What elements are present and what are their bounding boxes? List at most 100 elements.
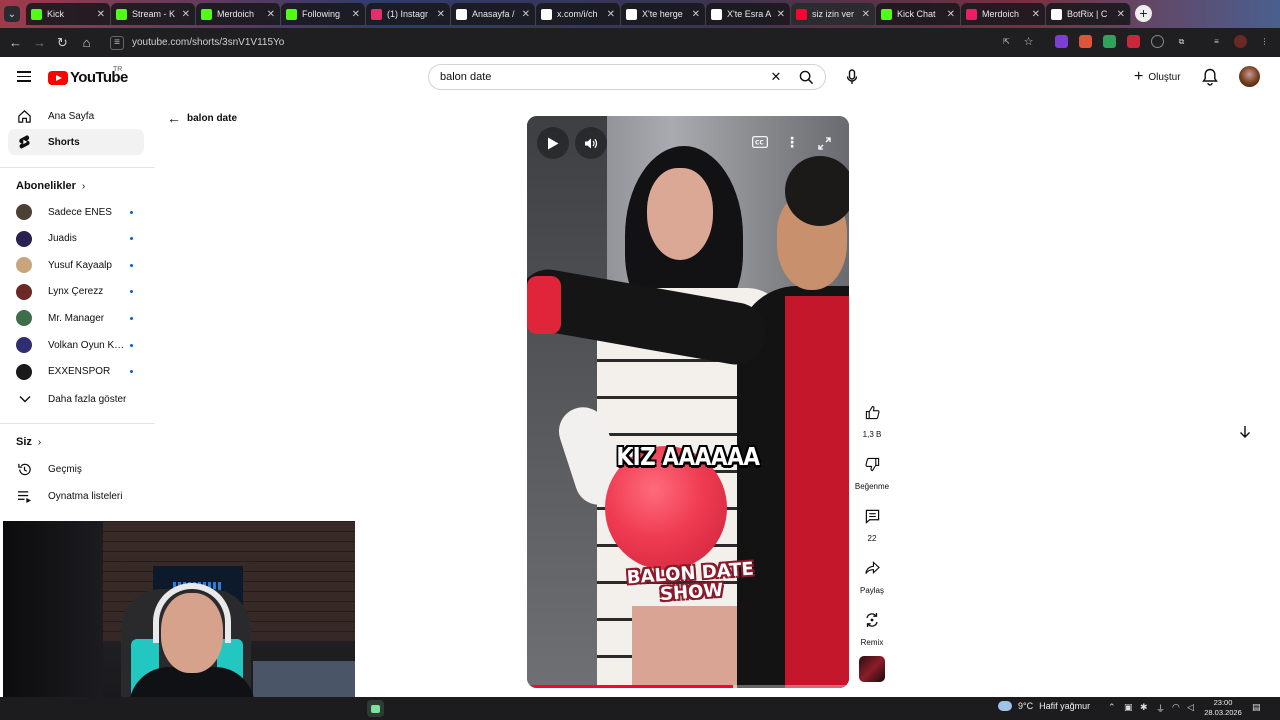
browser-tab[interactable]: X'te herge ✕ <box>621 3 706 25</box>
browser-tab[interactable]: x.com/i/ch ✕ <box>536 3 621 25</box>
next-video-button[interactable] <box>1232 419 1258 445</box>
browser-tab[interactable]: Kick ✕ <box>26 3 111 25</box>
speaker-icon[interactable]: ◁ <box>1187 702 1194 713</box>
taskbar-app-icon[interactable] <box>367 700 384 717</box>
browser-tab[interactable]: Kick Chat ✕ <box>876 3 961 25</box>
new-tab-button[interactable]: + <box>1135 5 1152 22</box>
browser-tab[interactable]: Merdoich ✕ <box>196 3 281 25</box>
close-tab-icon[interactable]: ✕ <box>1032 9 1040 20</box>
reading-list-icon[interactable]: ≡ <box>1210 35 1223 48</box>
channel-name: Volkan Oyun Kuv... <box>48 339 126 351</box>
browser-tab[interactable]: Following ✕ <box>281 3 366 25</box>
extension-green-icon[interactable] <box>1103 35 1116 48</box>
close-tab-icon[interactable]: ✕ <box>97 9 105 20</box>
browser-tab[interactable]: X'te Esra A ✕ <box>706 3 791 25</box>
close-tab-icon[interactable]: ✕ <box>182 9 190 20</box>
extensions-puzzle-icon[interactable]: ⧉ <box>1175 35 1188 48</box>
more-options-icon[interactable]: ⋮ <box>785 134 799 150</box>
bookmark-star-icon[interactable]: ☆ <box>1022 35 1035 48</box>
browser-tab[interactable]: Merdoich ✕ <box>961 3 1046 25</box>
subscriptions-heading[interactable]: Abonelikler › <box>16 180 85 192</box>
profile-icon[interactable] <box>1234 35 1247 48</box>
subscription-item[interactable]: Sadece ENES <box>8 199 144 225</box>
close-tab-icon[interactable]: ✕ <box>777 9 785 20</box>
extension-purple-icon[interactable] <box>1055 35 1068 48</box>
subscription-item[interactable]: Yusuf Kayaalp <box>8 252 144 278</box>
browser-tab[interactable]: siz izin ver ✕ <box>791 3 876 25</box>
browser-tab[interactable]: BotRix | C ✕ <box>1046 3 1131 25</box>
extension-circle-icon[interactable] <box>1151 35 1164 48</box>
extension-orange-icon[interactable] <box>1079 35 1092 48</box>
weather-widget[interactable]: 9°C Hafif yağmur <box>998 701 1090 711</box>
youtube-logo[interactable]: YouTube TR <box>48 66 128 86</box>
like-button[interactable]: 1,3 B <box>853 398 891 439</box>
address-bar[interactable]: ≡ youtube.com/shorts/3snV1V115Yo <box>102 31 997 54</box>
fullscreen-button[interactable] <box>816 135 832 151</box>
you-heading[interactable]: Siz › <box>16 436 41 448</box>
video-background <box>527 116 607 688</box>
browser-tab[interactable]: Stream - K ✕ <box>111 3 196 25</box>
tab-search-menu-button[interactable]: ⌄ <box>4 6 20 22</box>
back-to-results-button[interactable]: ← balon date <box>167 110 237 126</box>
captions-button[interactable]: CC <box>751 135 769 149</box>
create-button[interactable]: + Oluştur <box>1126 65 1189 89</box>
subscription-item[interactable]: EXXENSPOR <box>8 359 144 385</box>
notifications-bell-icon[interactable] <box>1202 68 1218 86</box>
sidebar-item-playlists[interactable]: Oynatma listeleri <box>8 483 144 509</box>
sidebar-item-home[interactable]: Ana Sayfa <box>8 103 144 129</box>
show-more-button[interactable]: Daha fazla göster <box>8 386 144 412</box>
close-tab-icon[interactable]: ✕ <box>522 9 530 20</box>
search-box[interactable]: balon date ✕ <box>428 64 826 90</box>
install-app-icon[interactable]: ⇱ <box>1000 35 1013 48</box>
search-button[interactable] <box>787 65 825 89</box>
chevron-up-icon[interactable]: ⌃ <box>1108 702 1116 713</box>
sound-thumbnail[interactable] <box>859 656 885 682</box>
extension-red-icon[interactable] <box>1127 35 1140 48</box>
subscription-item[interactable]: Volkan Oyun Kuv... <box>8 332 144 358</box>
close-tab-icon[interactable]: ✕ <box>692 9 700 20</box>
app-tray-icon[interactable]: ▣ <box>1124 702 1133 713</box>
video-progress-bar[interactable] <box>527 685 849 688</box>
system-clock[interactable]: 23:00 28.03.2026 <box>1204 698 1242 718</box>
wifi-icon[interactable]: ◠ <box>1172 702 1180 713</box>
browser-tab[interactable]: Anasayfa / ✕ <box>451 3 536 25</box>
clear-search-icon[interactable]: ✕ <box>765 69 787 85</box>
close-tab-icon[interactable]: ✕ <box>947 9 955 20</box>
sidebar-item-history[interactable]: Geçmiş <box>8 456 144 482</box>
share-label: Paylaş <box>859 586 884 595</box>
volume-button[interactable] <box>575 127 607 159</box>
notifications-icon[interactable]: ▤ <box>1252 702 1261 713</box>
remix-button[interactable]: Remix <box>853 606 891 647</box>
comments-button[interactable]: 22 <box>853 502 891 543</box>
play-button[interactable] <box>537 127 569 159</box>
close-tab-icon[interactable]: ✕ <box>1117 9 1125 20</box>
close-tab-icon[interactable]: ✕ <box>352 9 360 20</box>
account-avatar[interactable] <box>1239 66 1260 87</box>
subscription-item[interactable]: Juadis <box>8 226 144 252</box>
subscription-item[interactable]: Mr. Manager <box>8 305 144 331</box>
back-icon[interactable]: ← <box>7 34 24 51</box>
voice-search-button[interactable] <box>840 65 864 89</box>
browser-tab[interactable]: (1) Instagr ✕ <box>366 3 451 25</box>
search-input[interactable]: balon date <box>429 71 765 83</box>
site-info-icon[interactable]: ≡ <box>110 35 124 50</box>
browser-menu-icon[interactable]: ⋮ <box>1258 35 1271 48</box>
dislike-button[interactable]: Beğenme <box>853 450 891 491</box>
usb-icon[interactable]: ⏚ <box>1156 702 1165 715</box>
bluetooth-icon[interactable]: ✱ <box>1140 702 1148 713</box>
tab-title: x.com/i/ch <box>557 9 598 19</box>
reload-icon[interactable]: ↻ <box>54 34 71 51</box>
menu-icon[interactable] <box>17 71 31 82</box>
share-button[interactable]: Paylaş <box>853 554 891 595</box>
playlists-icon <box>16 488 33 505</box>
forward-icon[interactable]: → <box>31 34 48 51</box>
sidebar-item-shorts[interactable]: Shorts <box>8 129 144 155</box>
close-tab-icon[interactable]: ✕ <box>862 9 870 20</box>
tab-title: siz izin ver <box>812 9 855 19</box>
close-tab-icon[interactable]: ✕ <box>267 9 275 20</box>
shorts-video-player[interactable]: KIZ AAAAAA BALON DATE SHOW CC ⋮ <box>527 116 849 688</box>
close-tab-icon[interactable]: ✕ <box>437 9 445 20</box>
subscription-item[interactable]: Lynx Çerezz <box>8 279 144 305</box>
close-tab-icon[interactable]: ✕ <box>607 9 615 20</box>
home-browser-icon[interactable]: ⌂ <box>78 34 95 51</box>
